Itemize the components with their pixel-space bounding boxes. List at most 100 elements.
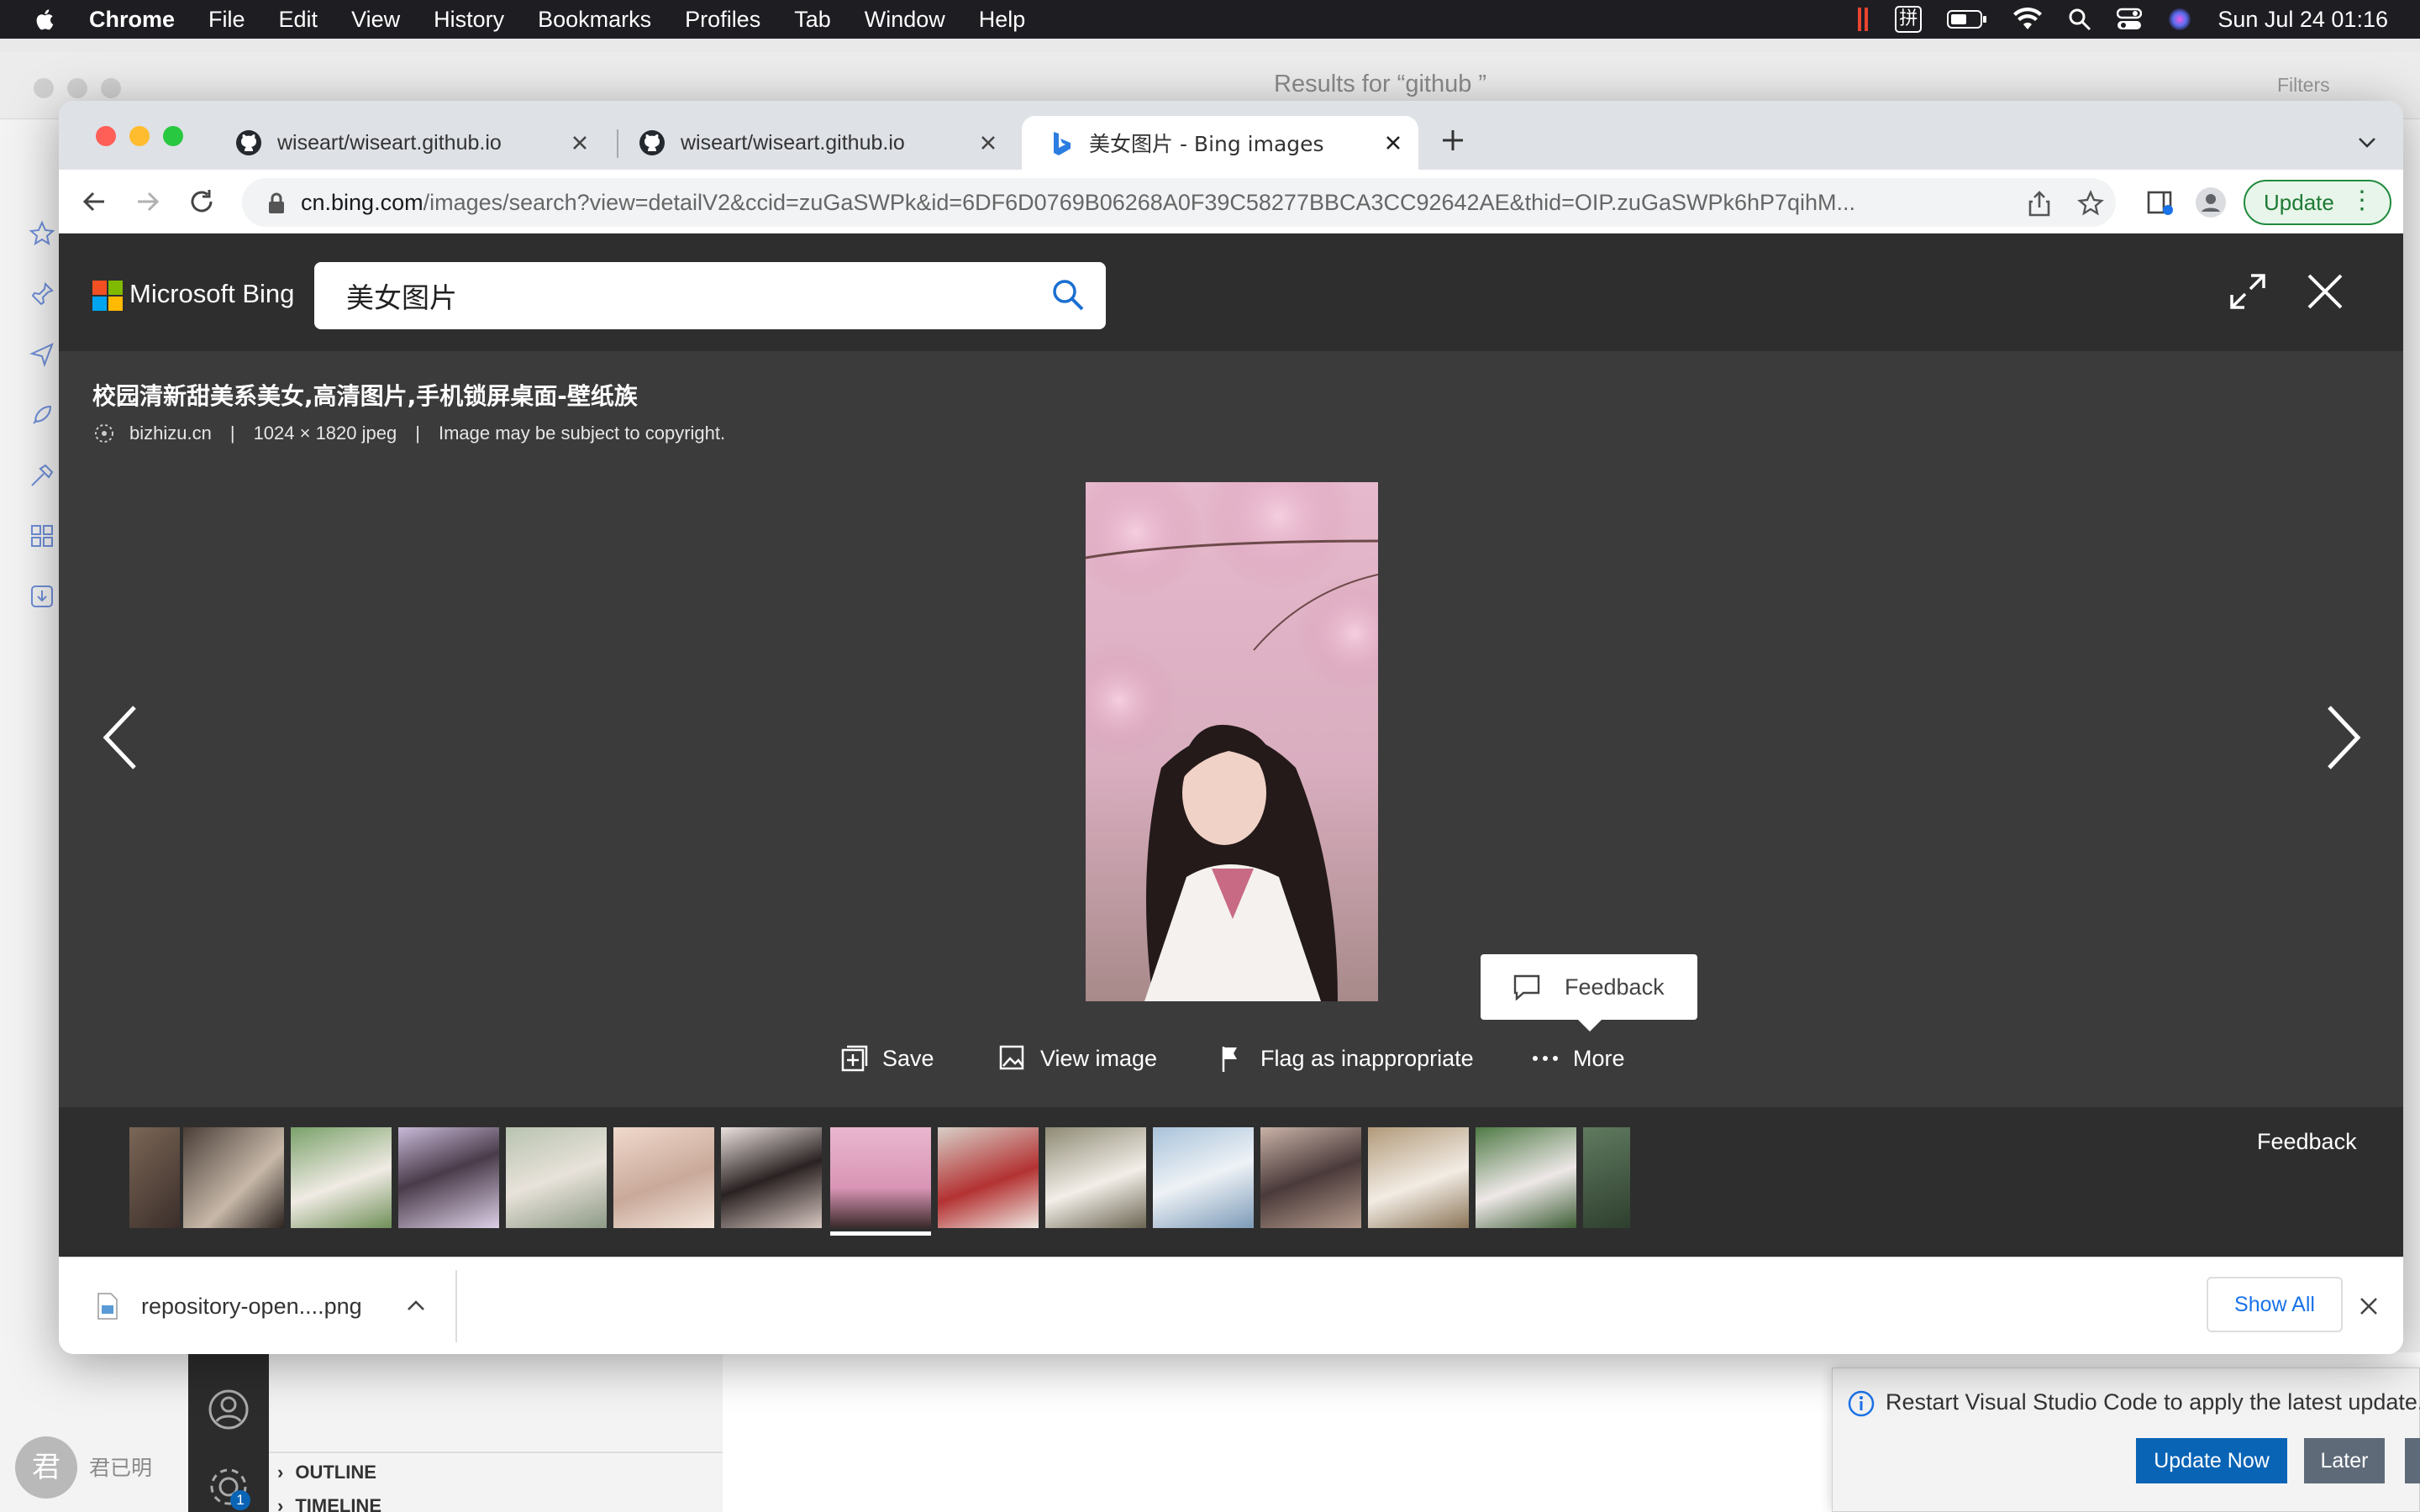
menu-view[interactable]: View: [351, 7, 400, 33]
close-window-button[interactable]: [96, 126, 116, 146]
bookmark-star-icon[interactable]: [2077, 190, 2104, 217]
tab-github-2[interactable]: wiseart/wiseart.github.io: [613, 116, 1013, 170]
search-input[interactable]: [346, 262, 1035, 329]
zoom-window-button[interactable]: [163, 126, 183, 146]
battery-icon[interactable]: [1947, 8, 1987, 30]
close-viewer-icon[interactable]: [2304, 270, 2346, 312]
thumbnail[interactable]: [183, 1127, 284, 1228]
star-icon[interactable]: [29, 220, 55, 247]
menu-app-name[interactable]: Chrome: [89, 7, 175, 33]
wifi-icon[interactable]: [2012, 8, 2043, 31]
thumbnail[interactable]: [613, 1127, 714, 1228]
apple-icon[interactable]: [34, 6, 57, 33]
close-icon[interactable]: [1380, 129, 1407, 156]
tab-github-1[interactable]: wiseart/wiseart.github.io: [210, 116, 605, 170]
thumbnail[interactable]: [1153, 1127, 1254, 1228]
reload-icon[interactable]: [187, 186, 217, 217]
new-tab-plus-icon[interactable]: [1439, 126, 1467, 155]
feedback-popup[interactable]: Feedback: [1481, 954, 1697, 1020]
microsoft-logo-icon[interactable]: [92, 281, 123, 311]
thumbnail[interactable]: [1260, 1127, 1361, 1228]
thumbnail[interactable]: [291, 1127, 392, 1228]
url-text[interactable]: cn.bing.com/images/search?view=detailV2&…: [301, 190, 2007, 216]
selected-thumbnail-indicator: [830, 1231, 931, 1236]
share-icon[interactable]: [2027, 190, 2052, 217]
search-icon[interactable]: [1050, 277, 1086, 312]
image-title[interactable]: 校园清新甜美系美女,高清图片,手机锁屏桌面-壁纸族: [92, 378, 638, 412]
menu-tab[interactable]: Tab: [794, 7, 831, 33]
menu-edit[interactable]: Edit: [279, 7, 318, 33]
download-icon[interactable]: [29, 583, 55, 610]
hammer-icon[interactable]: [29, 462, 55, 489]
later-button[interactable]: Later: [2304, 1438, 2385, 1483]
download-filename[interactable]: repository-open....png: [141, 1294, 362, 1320]
thumbnail-selected[interactable]: [830, 1127, 931, 1228]
thumbnail[interactable]: [129, 1127, 180, 1228]
menu-history[interactable]: History: [434, 7, 504, 33]
rocket-icon[interactable]: [29, 402, 55, 428]
thumbnail[interactable]: [1368, 1127, 1469, 1228]
thumbnail[interactable]: [721, 1127, 822, 1228]
thumbnail[interactable]: [1583, 1127, 1630, 1228]
image-source[interactable]: bizhizu.cn: [129, 423, 212, 444]
background-filters-button[interactable]: Filters: [2277, 74, 2330, 97]
reading-list-icon[interactable]: [2146, 188, 2175, 217]
address-bar[interactable]: cn.bing.com/images/search?view=detailV2&…: [242, 178, 2116, 227]
more-button[interactable]: More: [1531, 1040, 1625, 1077]
tab-search-chevron-icon[interactable]: [2356, 131, 2378, 153]
profile-avatar-icon[interactable]: [2195, 186, 2227, 218]
thumbnail[interactable]: [1045, 1127, 1146, 1228]
forward-arrow-icon[interactable]: [133, 186, 163, 217]
recording-icon[interactable]: [1858, 6, 1870, 33]
close-icon[interactable]: [566, 129, 593, 156]
tab-title: wiseart/wiseart.github.io: [681, 130, 905, 155]
minimize-window-button[interactable]: [129, 126, 150, 146]
thumbnail[interactable]: [938, 1127, 1039, 1228]
previous-chevron-icon[interactable]: [97, 702, 141, 773]
settings-badge: 1: [230, 1490, 250, 1510]
grid-icon[interactable]: [29, 522, 55, 549]
close-icon[interactable]: [975, 129, 1002, 156]
image-dimensions: 1024 × 1820 jpeg: [253, 423, 397, 444]
outline-section[interactable]: › OUTLINE: [277, 1462, 376, 1483]
thumbnail[interactable]: [1476, 1127, 1576, 1228]
view-image-button[interactable]: View image: [998, 1040, 1157, 1077]
menu-file[interactable]: File: [208, 7, 245, 33]
thumbnail[interactable]: [398, 1127, 499, 1228]
input-method-icon[interactable]: 拼: [1895, 6, 1923, 33]
chevron-up-icon[interactable]: [405, 1295, 427, 1317]
feedback-popup-pointer: [1576, 1018, 1603, 1032]
thumbnail[interactable]: [506, 1127, 607, 1228]
lock-icon[interactable]: [267, 192, 286, 214]
timeline-section[interactable]: › TIMELINE: [277, 1495, 381, 1512]
avatar[interactable]: 君: [15, 1436, 77, 1499]
siri-icon[interactable]: [2167, 7, 2192, 32]
menu-window[interactable]: Window: [865, 7, 945, 33]
show-all-downloads-button[interactable]: Show All: [2207, 1277, 2343, 1332]
bing-search-box[interactable]: [314, 262, 1106, 329]
bing-logo-text[interactable]: Microsoft Bing: [129, 279, 294, 309]
menu-clock[interactable]: Sun Jul 24 01:16: [2217, 7, 2388, 33]
flag-inappropriate-button[interactable]: Flag as inappropriate: [1218, 1040, 1474, 1077]
account-icon[interactable]: [207, 1388, 250, 1431]
main-image[interactable]: [1086, 482, 1378, 1001]
feedback-link[interactable]: Feedback: [2257, 1129, 2357, 1155]
spotlight-icon[interactable]: [2068, 8, 2091, 31]
pin-icon[interactable]: [29, 281, 55, 307]
next-chevron-icon[interactable]: [2323, 702, 2366, 773]
notification-more-button[interactable]: [2405, 1438, 2420, 1483]
expand-icon[interactable]: [2227, 270, 2269, 312]
send-icon[interactable]: [29, 341, 55, 368]
menu-profiles[interactable]: Profiles: [685, 7, 760, 33]
background-sidebar: [0, 119, 59, 1295]
tab-bing-images[interactable]: 美女图片 - Bing images: [1022, 116, 1418, 170]
save-button[interactable]: Save: [840, 1040, 934, 1077]
close-downloads-icon[interactable]: [2356, 1294, 2381, 1319]
back-arrow-icon[interactable]: [79, 186, 109, 217]
menu-bookmarks[interactable]: Bookmarks: [538, 7, 651, 33]
menu-help[interactable]: Help: [979, 7, 1026, 33]
chrome-update-button[interactable]: Update ⋮: [2244, 180, 2391, 225]
control-center-icon[interactable]: [2117, 8, 2143, 31]
status-area: 拼 Sun Jul 24 01:16: [1858, 0, 2420, 39]
update-now-button[interactable]: Update Now: [2136, 1438, 2287, 1483]
